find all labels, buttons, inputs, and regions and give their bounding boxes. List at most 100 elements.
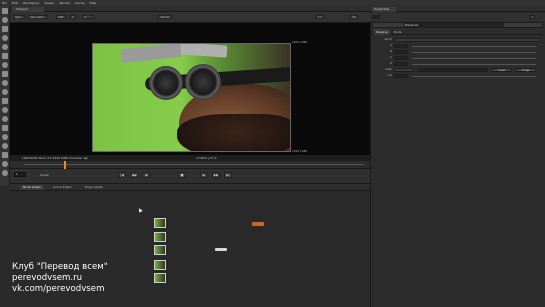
color-tool-icon[interactable] (2, 44, 8, 50)
menu-render[interactable]: Render (59, 1, 70, 5)
metadata-tool-icon[interactable] (2, 107, 8, 113)
particles-tool-icon[interactable] (2, 116, 8, 122)
merge-tool-icon[interactable] (2, 71, 8, 77)
filter-tool-icon[interactable] (2, 53, 8, 59)
input-c-field[interactable] (394, 56, 408, 60)
menu-edit[interactable]: Edit (12, 1, 18, 5)
input-b-slider[interactable] (412, 52, 536, 53)
viewer-process-dropdown[interactable]: Default (158, 15, 172, 19)
read-node[interactable] (154, 232, 166, 242)
node-thumbnail (155, 261, 165, 269)
python-tool-icon[interactable] (2, 170, 8, 176)
alpha-channel-dropdown[interactable]: rgba.alpha (28, 15, 48, 19)
mix-slider[interactable] (412, 76, 536, 77)
format-label-bottom: 1920,1080 (292, 149, 308, 153)
first-frame-button[interactable]: |◀ (118, 172, 126, 178)
timeline-ruler (24, 164, 364, 165)
playhead[interactable] (64, 161, 66, 169)
dissolve-node[interactable] (252, 222, 264, 226)
tab-dissolve[interactable]: Dissolve (374, 29, 390, 35)
read-node[interactable] (154, 273, 166, 283)
left-toolbar (0, 6, 10, 186)
properties-toolbar (370, 13, 545, 21)
menu-help[interactable]: Help (89, 1, 96, 5)
read-node[interactable] (154, 245, 166, 255)
draw-tool-icon[interactable] (2, 17, 8, 23)
input-d-label: D (390, 62, 392, 65)
viewer-image[interactable] (92, 43, 291, 152)
close-all-button[interactable] (530, 15, 535, 19)
views-tool-icon[interactable] (2, 98, 8, 104)
node-thumbnail (155, 219, 165, 227)
watermark-line-3: vk.com/perevodvsem (12, 284, 105, 294)
format-label-top: 1920,1080 (292, 40, 308, 44)
tab-curve-editor[interactable]: Curve Editor (50, 185, 75, 190)
goggle-lens-left (149, 66, 183, 100)
which-slider[interactable] (394, 38, 540, 42)
menu-viewer[interactable]: Viewer (44, 1, 54, 5)
channel-tool-icon[interactable] (2, 35, 8, 41)
rewind-button[interactable]: ◀◀ (130, 172, 138, 178)
node-thumbnail (155, 233, 165, 241)
transform-tool-icon[interactable] (2, 80, 8, 86)
goggle-lens-right (185, 64, 221, 100)
tab-node-graph[interactable]: Node Graph (20, 185, 44, 190)
input-a-field[interactable] (394, 44, 408, 48)
furnace-tool-icon[interactable] (2, 143, 8, 149)
viewer-pixel-info: x=4671 y=1 0 (196, 156, 217, 160)
display-style-dropdown[interactable]: RGB (56, 15, 66, 19)
tab-node[interactable]: Node (392, 29, 403, 35)
fast-forward-button[interactable]: ▶▶ (212, 172, 220, 178)
input-b-field[interactable] (394, 50, 408, 54)
input-a-selector[interactable]: A (82, 15, 94, 19)
mix-field[interactable] (394, 74, 408, 78)
stop-button[interactable]: ■ (178, 172, 186, 178)
toolsets-tool-icon[interactable] (2, 125, 8, 131)
max-panels-field[interactable] (372, 15, 380, 19)
tab-properties[interactable]: Properties (372, 7, 396, 12)
tab-dope-sheet[interactable]: Dope Sheet (82, 185, 106, 190)
frame-range-mode[interactable]: Global (40, 173, 49, 177)
node-thumbnail (155, 274, 165, 282)
node-thumbnail (155, 246, 165, 254)
play-backward-button[interactable]: ◀ (142, 172, 150, 178)
viewer-format-info: 1920x1080 bbox: 0 0 1920 1080 channels: … (22, 156, 88, 160)
input-d-field[interactable] (394, 62, 408, 66)
image-tool-icon[interactable] (2, 8, 8, 14)
input-d-slider[interactable] (412, 64, 536, 65)
3d-tool-icon[interactable] (2, 89, 8, 95)
viewer-controls: rgba rgba.alpha RGB A A Default 1:1 2D (10, 12, 370, 23)
ofx-tool-icon[interactable] (2, 152, 8, 158)
viewer-node[interactable] (215, 248, 227, 251)
read-node[interactable] (154, 218, 166, 228)
mask-channel-dropdown[interactable] (418, 68, 488, 72)
watermark-line-2: perevodvsem.ru (12, 273, 83, 283)
mask-fringe-button[interactable]: fringe (516, 68, 536, 72)
node-name-field[interactable]: Dissolve1 (404, 23, 504, 27)
play-forward-button[interactable]: ▶ (200, 172, 208, 178)
beard-shape (177, 114, 290, 151)
input-a-label: A (390, 44, 392, 47)
input-a-slider[interactable] (412, 46, 536, 47)
view-mode-dropdown[interactable]: 2D (350, 15, 358, 19)
menu-file[interactable]: File (2, 1, 7, 5)
mask-invert-button[interactable]: invert (492, 68, 512, 72)
current-frame-field[interactable]: 1 (14, 172, 26, 177)
last-frame-button[interactable]: ▶| (224, 172, 232, 178)
input-c-slider[interactable] (412, 58, 536, 59)
input-c-label: C (390, 56, 392, 59)
other-tool-icon[interactable] (2, 134, 8, 140)
gizmo-tool-icon[interactable] (2, 161, 8, 167)
mask-checkbox[interactable] (394, 68, 414, 72)
goggle-flipup-right (180, 44, 228, 58)
which-label: which (384, 38, 392, 41)
read-node[interactable] (154, 260, 166, 270)
input-a-dropdown[interactable]: A (70, 15, 76, 19)
menu-workspace[interactable]: Workspace (23, 1, 39, 5)
menu-cache[interactable]: Cache (75, 1, 84, 5)
mask-label: mask (385, 68, 392, 71)
channels-dropdown[interactable]: rgba (13, 15, 25, 19)
zoom-dropdown[interactable]: 1:1 (316, 15, 324, 19)
time-tool-icon[interactable] (2, 26, 8, 32)
keyer-tool-icon[interactable] (2, 62, 8, 68)
